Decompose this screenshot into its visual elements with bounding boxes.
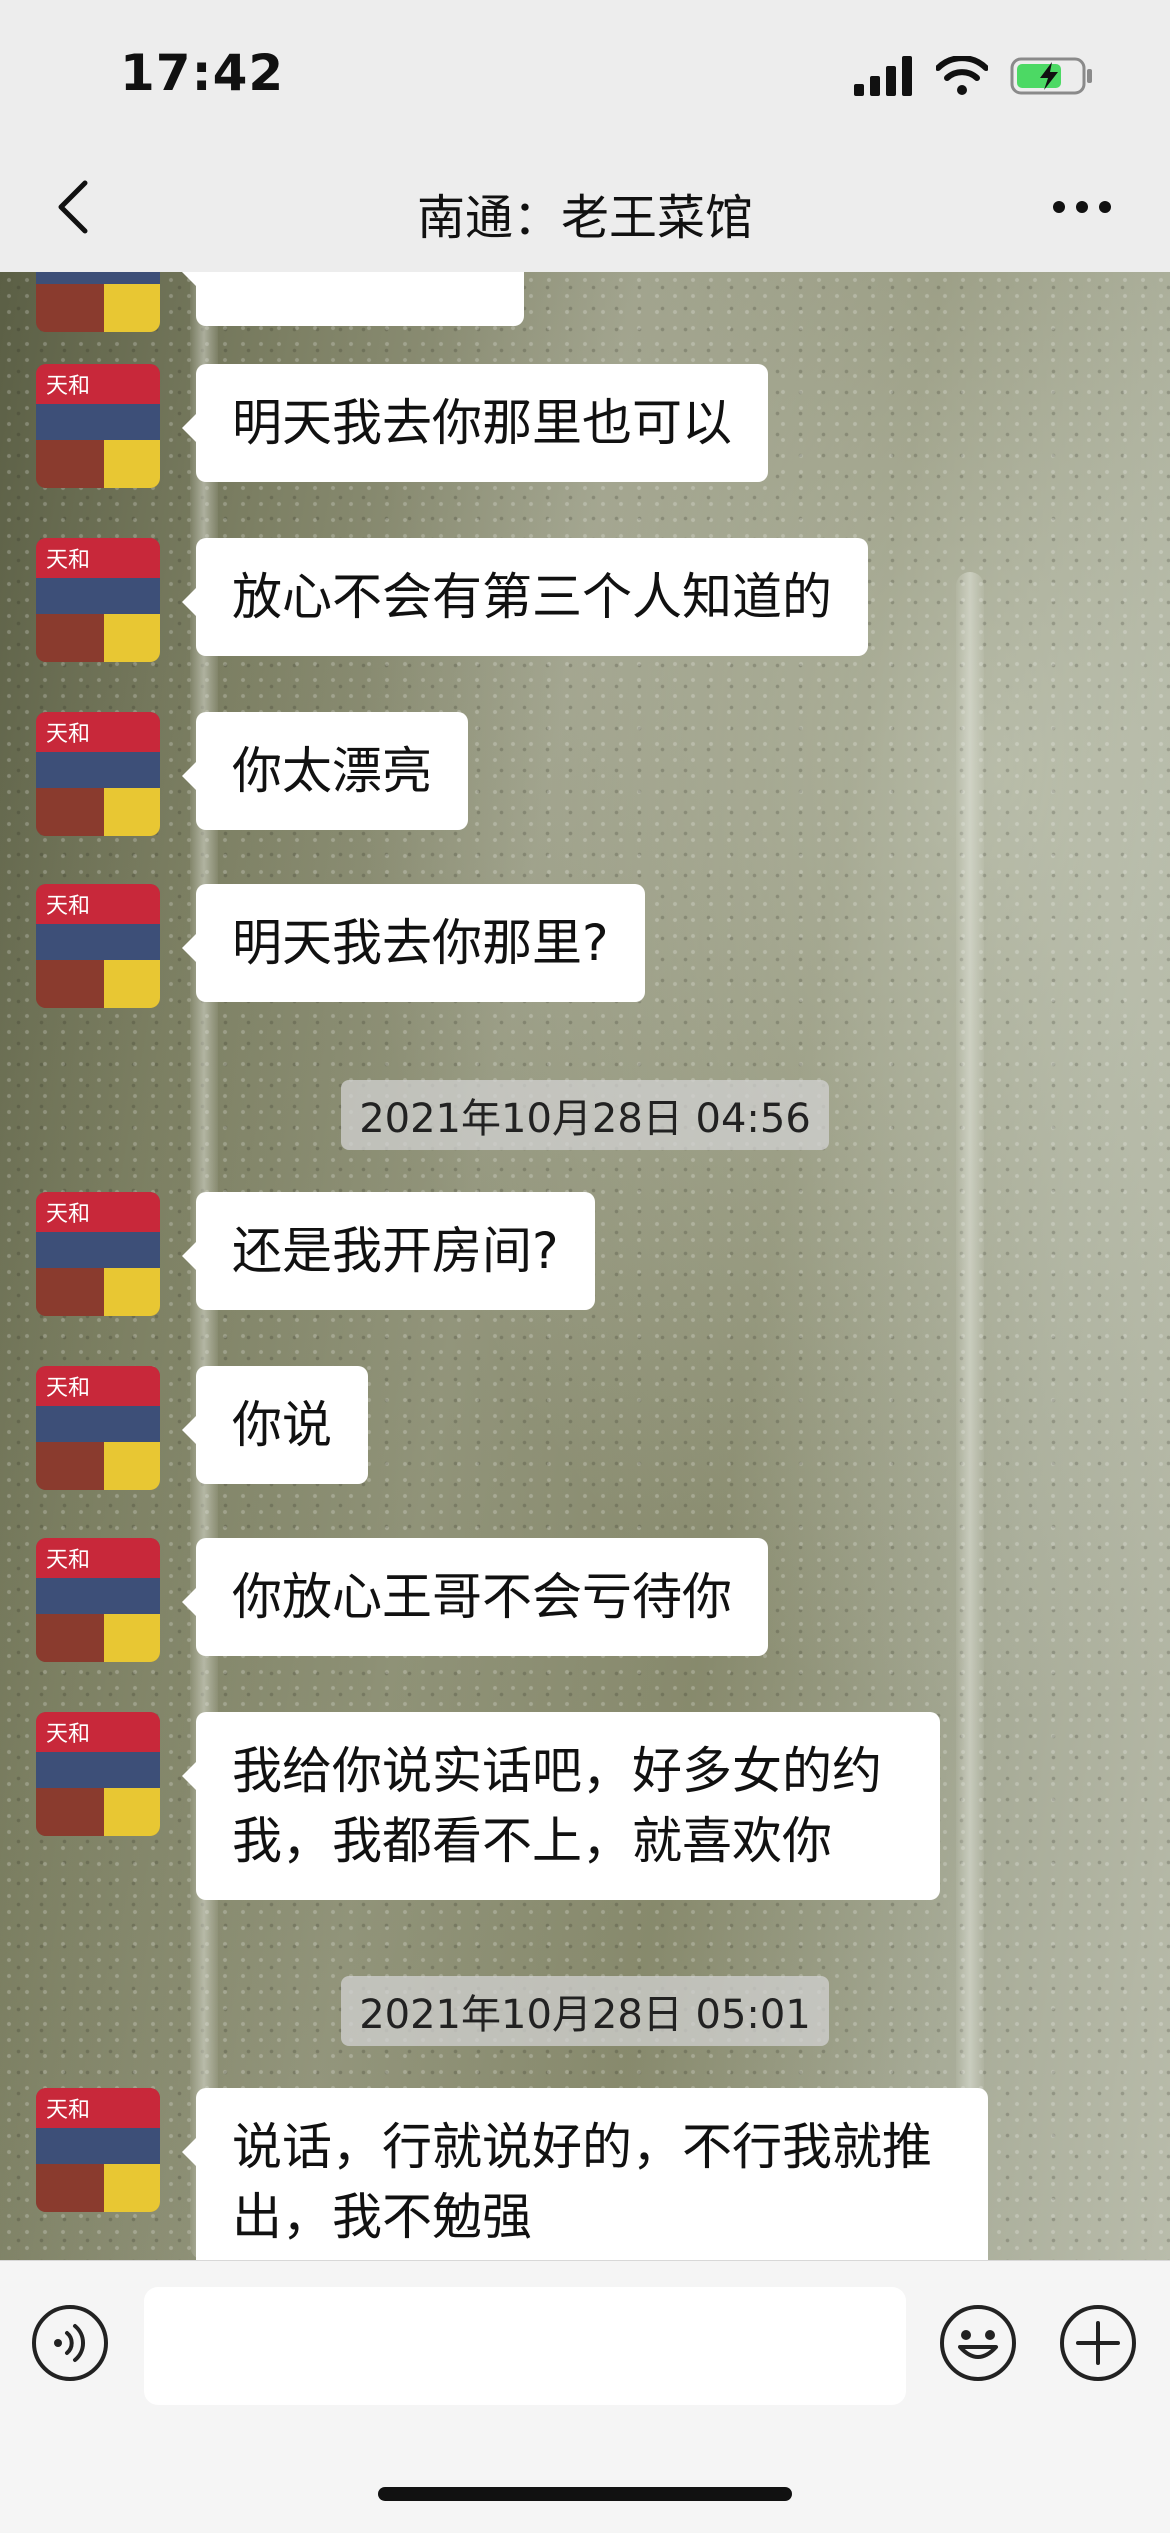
message-bubble[interactable]: 你放心王哥不会亏待你 — [182, 1538, 768, 1656]
avatar-sign-text: 天和 — [46, 722, 91, 747]
battery-icon — [1010, 57, 1092, 95]
nav-bar: 南通：老王菜馆 — [0, 150, 1170, 273]
timestamp: 2021年10月28日 04:56 — [0, 1080, 1170, 1150]
more-dots-icon — [1053, 201, 1111, 213]
avatar[interactable]: 天和 — [36, 538, 160, 662]
avatar[interactable]: 天和 — [36, 1538, 160, 1662]
message-row: 天和 说话，行就说好的，不行我就推出，我不勉强 — [36, 2088, 988, 2260]
avatar[interactable]: 天和 — [36, 364, 160, 488]
message-bubble[interactable]: 你太漂亮 — [182, 712, 468, 830]
avatar-sign-text: 天和 — [46, 2098, 91, 2123]
message-row: 天和 你放心王哥不会亏待你 — [36, 1538, 768, 1662]
avatar[interactable]: 天和 — [36, 1192, 160, 1316]
message-row: 天和 我给你说实话吧，好多女的约我，我都看不上，就喜欢你 — [36, 1712, 940, 1900]
input-bar — [0, 2260, 1170, 2533]
message-bubble[interactable]: 明天我去你那里? — [182, 884, 645, 1002]
avatar-sign-text: 天和 — [46, 374, 91, 399]
status-icons — [854, 56, 1094, 96]
timestamp-label: 2021年10月28日 04:56 — [341, 1080, 829, 1150]
plus-icon[interactable] — [1058, 2303, 1138, 2383]
chat-background[interactable]: 天和 天和 明天我去你那里也可以 天和 放心不会有第三个人知道的 天和 你太漂亮… — [0, 272, 1170, 2260]
avatar[interactable]: 天和 — [36, 712, 160, 836]
voice-icon[interactable] — [30, 2303, 110, 2383]
avatar-sign-text: 天和 — [46, 1722, 91, 1747]
wifi-icon — [936, 56, 988, 95]
message-row: 天和 放心不会有第三个人知道的 — [36, 538, 868, 662]
avatar-sign-text: 天和 — [46, 894, 91, 919]
message-row: 天和 — [36, 272, 524, 332]
home-indicator[interactable] — [378, 2487, 792, 2501]
message-bubble[interactable]: 还是我开房间? — [182, 1192, 595, 1310]
avatar-sign-text: 天和 — [46, 1548, 91, 1573]
avatar[interactable]: 天和 — [36, 884, 160, 1008]
message-bubble[interactable]: 明天我去你那里也可以 — [182, 364, 768, 482]
avatar[interactable]: 天和 — [36, 1712, 160, 1836]
status-time: 17:42 — [120, 44, 285, 102]
message-bubble[interactable]: 说话，行就说好的，不行我就推出，我不勉强 — [182, 2088, 988, 2260]
message-row: 天和 明天我去你那里也可以 — [36, 364, 768, 488]
message-row: 天和 你太漂亮 — [36, 712, 468, 836]
emoji-icon[interactable] — [938, 2303, 1018, 2383]
message-input[interactable] — [144, 2287, 906, 2405]
avatar-sign-text: 天和 — [46, 1376, 91, 1401]
avatar[interactable]: 天和 — [36, 2088, 160, 2212]
message-bubble[interactable] — [182, 272, 524, 326]
timestamp: 2021年10月28日 05:01 — [0, 1976, 1170, 2046]
message-bubble[interactable]: 我给你说实话吧，好多女的约我，我都看不上，就喜欢你 — [182, 1712, 940, 1900]
message-row: 天和 你说 — [36, 1366, 368, 1490]
more-button[interactable] — [1042, 172, 1122, 242]
message-row: 天和 明天我去你那里? — [36, 884, 645, 1008]
timestamp-label: 2021年10月28日 05:01 — [341, 1976, 829, 2046]
signal-icon — [854, 56, 912, 96]
avatar[interactable]: 天和 — [36, 272, 160, 332]
avatar-sign-text: 天和 — [46, 1202, 91, 1227]
message-bubble[interactable]: 你说 — [182, 1366, 368, 1484]
avatar-sign-text: 天和 — [46, 548, 91, 573]
message-bubble[interactable]: 放心不会有第三个人知道的 — [182, 538, 868, 656]
avatar[interactable]: 天和 — [36, 1366, 160, 1490]
status-bar: 17:42 — [0, 0, 1170, 150]
message-row: 天和 还是我开房间? — [36, 1192, 595, 1316]
chat-title: 南通：老王菜馆 — [416, 190, 753, 246]
